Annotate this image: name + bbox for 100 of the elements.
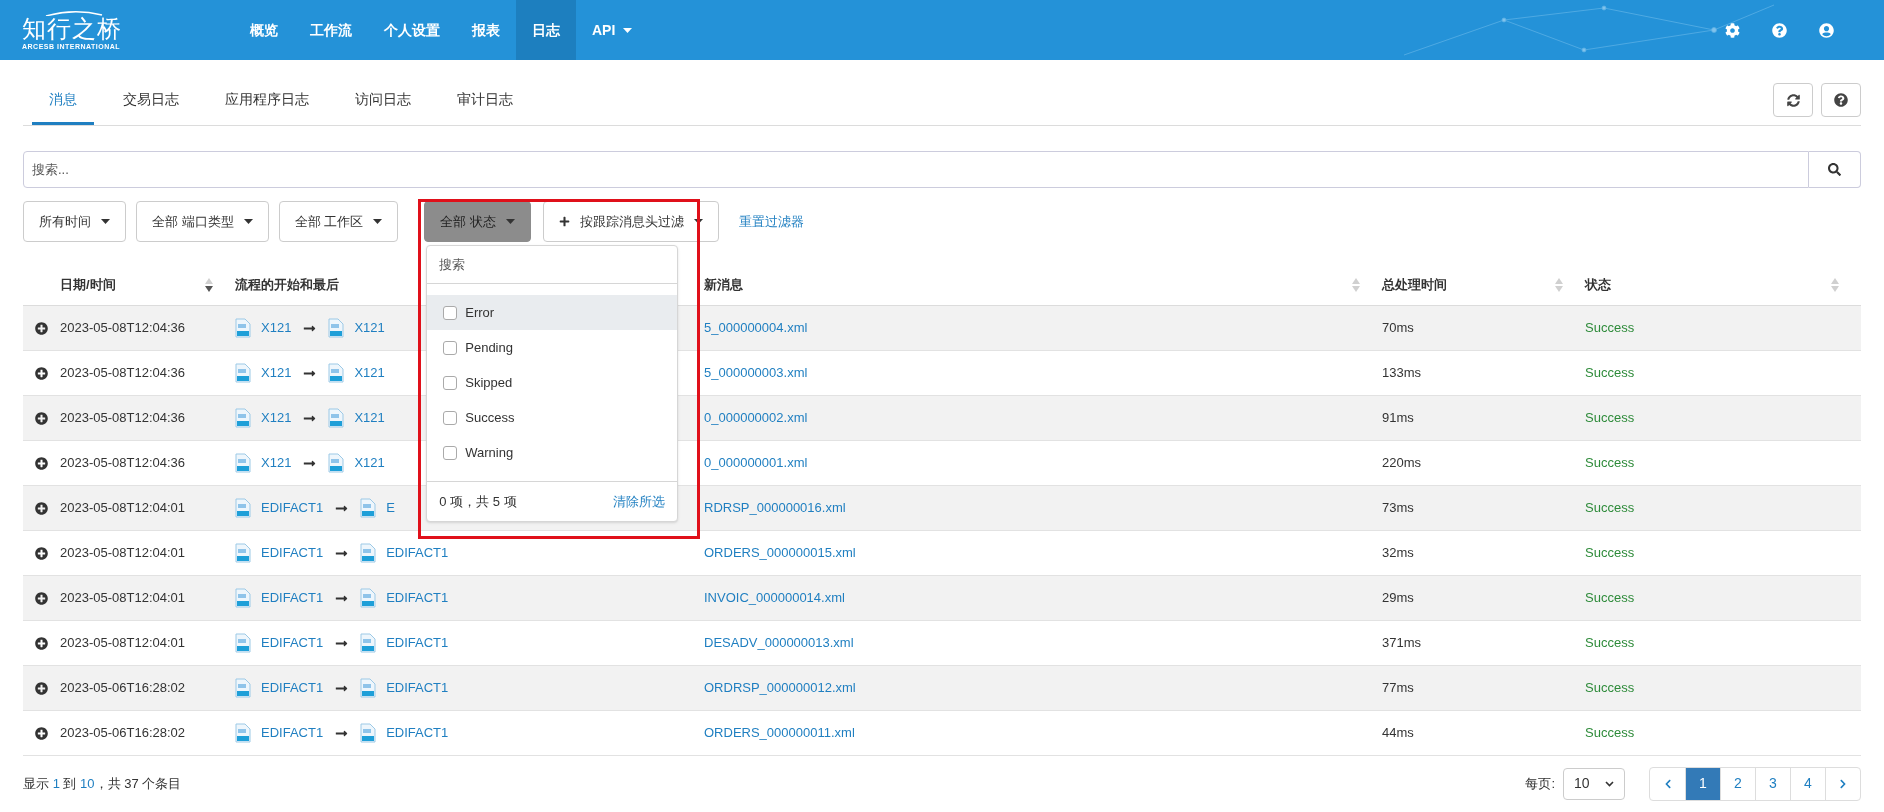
message-link[interactable]: ORDRSP_000000012.xml [704, 680, 856, 696]
checkbox[interactable] [443, 375, 458, 390]
expand-icon[interactable] [35, 681, 48, 695]
tab[interactable]: 消息 [32, 89, 94, 125]
port-link[interactable]: EDIFACT1 [386, 633, 449, 653]
per-page-select[interactable]: 10 [1563, 767, 1625, 800]
port-link[interactable]: E [386, 498, 395, 518]
status-option[interactable]: Warning [427, 435, 678, 470]
port-link[interactable]: X121 [261, 408, 292, 428]
status-option[interactable]: Pending [427, 330, 678, 365]
processing-time-cell: 133ms [1382, 365, 1422, 381]
nav-item[interactable]: 工作流 [294, 0, 368, 60]
column-header[interactable]: 流程的开始和最后 [235, 275, 339, 295]
page-button[interactable]: 1 [1685, 767, 1720, 800]
dropdown-search-field[interactable]: 搜索 [427, 246, 678, 284]
port-link[interactable]: X121 [261, 453, 292, 473]
help-button[interactable] [1821, 83, 1861, 117]
column-header[interactable]: 日期/时间 [60, 275, 116, 295]
port-link[interactable]: EDIFACT1 [261, 543, 324, 563]
message-link[interactable]: 5_000000003.xml [704, 365, 808, 381]
tab[interactable]: 访问日志 [338, 89, 428, 125]
expand-icon[interactable] [35, 366, 48, 380]
tab[interactable]: 应用程序日志 [208, 89, 326, 125]
page-button[interactable]: 3 [1755, 767, 1790, 800]
tab[interactable]: 交易日志 [106, 89, 196, 125]
port-link[interactable]: EDIFACT1 [261, 678, 324, 698]
help-icon[interactable] [1772, 22, 1787, 38]
processing-time-cell: 44ms [1382, 725, 1414, 741]
status-option[interactable]: Skipped [427, 365, 678, 400]
reset-filters-link[interactable]: 重置过滤器 [738, 211, 804, 232]
filter-dropdown-button[interactable]: 全部 工作区 [278, 201, 399, 242]
page-button[interactable]: 2 [1720, 767, 1755, 800]
message-link[interactable]: ORDERS_000000011.xml [704, 725, 855, 741]
message-link[interactable]: 5_000000004.xml [704, 320, 808, 336]
message-link[interactable]: INVOIC_000000014.xml [704, 590, 845, 606]
status-cell: Success [1585, 455, 1635, 471]
checkbox[interactable] [443, 445, 458, 460]
search-button[interactable] [1809, 151, 1861, 188]
checkbox[interactable] [443, 340, 458, 355]
column-header[interactable]: 状态 [1585, 275, 1611, 295]
port-link[interactable]: EDIFACT1 [386, 678, 449, 698]
expand-icon[interactable] [35, 411, 48, 425]
filter-dropdown-button[interactable]: 所有时间 [23, 201, 126, 242]
checkbox[interactable] [443, 305, 458, 320]
message-link[interactable]: DESADV_000000013.xml [704, 635, 854, 651]
nav-item[interactable]: 日志 [516, 0, 576, 60]
port-link[interactable]: X121 [354, 363, 385, 383]
expand-icon[interactable] [35, 726, 48, 740]
user-icon[interactable] [1819, 22, 1834, 38]
column-header[interactable]: 新消息 [704, 275, 743, 295]
search-field[interactable]: 搜索... [23, 151, 1809, 188]
port-link[interactable]: EDIFACT1 [386, 543, 449, 563]
sort-icon[interactable] [205, 278, 213, 292]
document-icon [360, 543, 377, 563]
message-link[interactable]: 0_000000002.xml [704, 410, 808, 426]
chevron-down-icon [1605, 780, 1614, 787]
port-link[interactable]: X121 [354, 318, 385, 338]
tab[interactable]: 审计日志 [440, 89, 530, 125]
port-link[interactable]: EDIFACT1 [261, 633, 324, 653]
port-link[interactable]: EDIFACT1 [261, 498, 324, 518]
document-icon [360, 588, 377, 608]
datetime-cell: 2023-05-08T12:04:36 [60, 455, 186, 471]
expand-icon[interactable] [35, 456, 48, 470]
expand-icon[interactable] [35, 546, 48, 560]
expand-icon[interactable] [35, 501, 48, 515]
message-link[interactable]: 0_000000001.xml [704, 455, 808, 471]
settings-icon[interactable] [1725, 22, 1740, 38]
message-link[interactable]: ORDERS_000000015.xml [704, 545, 856, 561]
status-option[interactable]: Success [427, 400, 678, 435]
datetime-cell: 2023-05-06T16:28:02 [60, 680, 186, 696]
nav-item[interactable]: 报表 [456, 0, 516, 60]
checkbox[interactable] [443, 410, 458, 425]
port-link[interactable]: X121 [354, 408, 385, 428]
expand-icon[interactable] [35, 591, 48, 605]
status-cell: Success [1585, 590, 1635, 606]
port-link[interactable]: X121 [261, 318, 292, 338]
clear-selection-link[interactable]: 清除所选 [613, 491, 666, 512]
refresh-button[interactable] [1773, 83, 1813, 117]
nav-item[interactable]: API [576, 0, 649, 60]
port-link[interactable]: EDIFACT1 [386, 723, 449, 743]
port-link[interactable]: EDIFACT1 [261, 723, 324, 743]
datetime-cell: 2023-05-08T12:04:01 [60, 545, 186, 561]
message-link[interactable]: RDRSP_000000016.xml [704, 500, 846, 516]
nav-item[interactable]: 个人设置 [368, 0, 456, 60]
expand-icon[interactable] [35, 636, 48, 650]
port-link[interactable]: X121 [354, 453, 385, 473]
port-link[interactable]: X121 [261, 363, 292, 383]
filter-dropdown-button[interactable]: 按跟踪消息头过滤 [542, 201, 719, 242]
filter-dropdown-button[interactable]: 全部 状态 [424, 201, 531, 242]
page-button[interactable]: 4 [1790, 767, 1825, 800]
expand-icon[interactable] [35, 321, 48, 335]
caret-icon [101, 219, 110, 224]
port-link[interactable]: EDIFACT1 [261, 588, 324, 608]
nav-item[interactable]: 概览 [234, 0, 294, 60]
column-header[interactable]: 总处理时间 [1382, 275, 1447, 295]
filter-dropdown-button[interactable]: 全部 端口类型 [136, 201, 269, 242]
status-cell: Success [1585, 500, 1635, 516]
search-icon [1828, 163, 1841, 176]
status-option[interactable]: Error [427, 295, 678, 330]
port-link[interactable]: EDIFACT1 [386, 588, 449, 608]
